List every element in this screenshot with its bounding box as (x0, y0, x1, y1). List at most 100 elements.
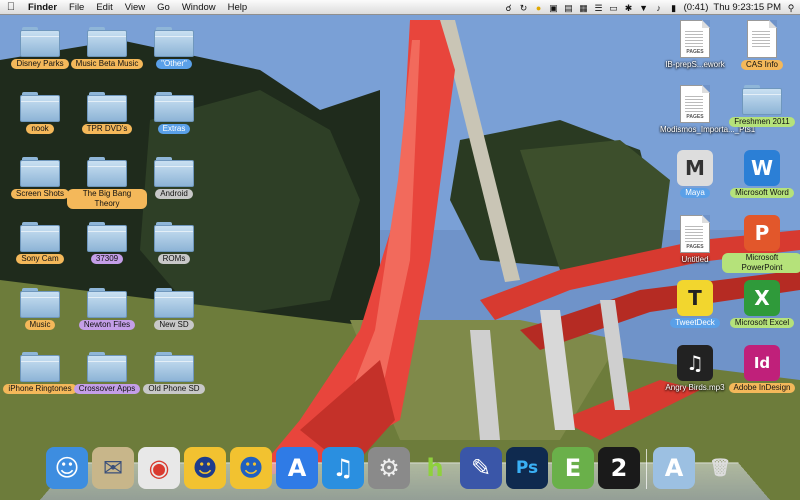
portal-2-icon[interactable]: 2 (598, 447, 640, 489)
folder-icon (20, 157, 60, 187)
battery-icon[interactable]: ▮ (669, 3, 679, 13)
status-area: ☌ ↻ ● ▣ ▤ ▦ ☰ ▭ ✱ ▼ ♪ ▮ (0:41) Thu 9:23:… (504, 0, 796, 15)
menu-bar:  Finder File Edit View Go Window Help ☌… (0, 0, 800, 15)
menu-file[interactable]: File (63, 0, 90, 15)
folder-icon (87, 222, 127, 252)
folder-icon (87, 288, 127, 318)
doc-kind: PAGES (686, 244, 704, 250)
chrome-icon[interactable]: ◉ (138, 447, 180, 489)
desktop-item-microsoft-word[interactable]: W Microsoft Word (722, 150, 800, 198)
desktop-icon-label: Extras (157, 124, 191, 134)
menu-view[interactable]: View (119, 0, 151, 15)
desktop-item-microsoft-excel[interactable]: X Microsoft Excel (722, 280, 800, 328)
volume-icon[interactable]: ♪ (654, 3, 664, 13)
search-icon[interactable]: ⚲ (786, 3, 796, 13)
desktop-item-microsoft-powerpoint[interactable]: P Microsoft PowerPoint (722, 215, 800, 273)
ball-icon[interactable]: ● (534, 3, 544, 13)
desktop-icon-label: TPR DVD's (81, 124, 133, 134)
hulu-icon[interactable]: h (414, 447, 456, 489)
maya-icon: M (677, 150, 713, 186)
desktop-icon-label: CAS Info (740, 60, 783, 70)
headphones-icon[interactable]: ☌ (504, 3, 514, 13)
applications-folder-icon[interactable]: A (653, 447, 695, 489)
evernote-icon[interactable]: E (552, 447, 594, 489)
trash-icon[interactable]: 🗑 (699, 447, 741, 489)
desktop-icon-label: Freshmen 2011 (729, 117, 795, 127)
grid-icon[interactable]: ▦ (579, 3, 589, 13)
desktop-icon-label: New SD (154, 320, 194, 330)
system-preferences-icon[interactable]: ⚙ (368, 447, 410, 489)
quill-icon[interactable]: ✎ (460, 447, 502, 489)
desktop-icon-label: Screen Shots (10, 189, 70, 199)
display-icon[interactable]: ▭ (609, 3, 619, 13)
desktop-icon-label: "Other" (156, 59, 192, 69)
desktop-icon-label: nook (26, 124, 54, 134)
folder-icon (87, 27, 127, 57)
document-icon (747, 20, 777, 58)
cyberduck-icon[interactable]: ☻ (184, 447, 226, 489)
folder-icon (20, 27, 60, 57)
microsoft-powerpoint-icon: P (744, 215, 780, 251)
app-store-icon[interactable]: A (276, 447, 318, 489)
folder-icon (87, 157, 127, 187)
desktop-icon-label: Microsoft Excel (729, 318, 795, 328)
photoshop-icon[interactable]: Ps (506, 447, 548, 489)
menu-window[interactable]: Window (176, 0, 222, 15)
folder-icon (87, 92, 127, 122)
wifi-icon[interactable]: ▼ (639, 3, 649, 13)
menu-icon[interactable]: ☰ (594, 3, 604, 13)
sync-icon[interactable]: ↻ (519, 3, 529, 13)
folder-icon (154, 352, 194, 382)
desktop-folder-old-phone-sd[interactable]: Old Phone SD (134, 352, 214, 394)
menu-edit[interactable]: Edit (90, 0, 118, 15)
microsoft-word-icon: W (744, 150, 780, 186)
desktop-icon-label: Music Beta Music (70, 59, 144, 69)
desktop-folder-other[interactable]: "Other" (134, 27, 214, 69)
clock[interactable]: Thu 9:23:15 PM (713, 0, 781, 15)
itunes-icon[interactable]: ♫ (322, 447, 364, 489)
desktop-folder-new-sd[interactable]: New SD (134, 288, 214, 330)
document-icon[interactable]: ▤ (564, 3, 574, 13)
desktop-icon-label: Angry Birds.mp3 (665, 383, 725, 392)
folder-icon (20, 92, 60, 122)
folder-icon (154, 157, 194, 187)
mail-icon[interactable]: ✉ (92, 447, 134, 489)
bluetooth-icon[interactable]: ✱ (624, 3, 634, 13)
desktop-icon-label: Sony Cam (16, 254, 64, 264)
desktop-icon-label: Newton Files (78, 320, 136, 330)
folder-icon (742, 85, 782, 115)
folder-icon (20, 288, 60, 318)
dock: ☺ ✉ ◉ ☻ ☻ A ♫ ⚙ h ✎ Ps E 2 A 🗑 (46, 441, 741, 489)
menu-help[interactable]: Help (222, 0, 254, 15)
menu-finder[interactable]: Finder (22, 0, 63, 15)
desktop-folder-roms[interactable]: ROMs (134, 222, 214, 264)
desktop-icon-label: Microsoft PowerPoint (722, 253, 800, 273)
microsoft-excel-icon: X (744, 280, 780, 316)
desktop-icon-label: Untitled (681, 255, 709, 264)
desktop-folder-android[interactable]: Android (134, 157, 214, 199)
lock-icon[interactable]: ▣ (549, 3, 559, 13)
desktop-icon-label: Old Phone SD (143, 384, 205, 394)
folder-icon (154, 92, 194, 122)
angry-birds-mp3-icon: ♫ (677, 345, 713, 381)
folder-icon (154, 222, 194, 252)
apple-icon[interactable]:  (0, 1, 22, 13)
doc-kind: PAGES (686, 49, 704, 55)
desktop-icon-label: iPhone Ringtones (3, 384, 77, 394)
desktop-item-freshmen-2011[interactable]: Freshmen 2011 (722, 85, 800, 127)
desktop-item-cas-info[interactable]: CAS Info (722, 20, 800, 70)
desktop-icon-label: Maya (680, 188, 710, 198)
menu-go[interactable]: Go (151, 0, 176, 15)
battery-time[interactable]: (0:41) (684, 0, 709, 15)
doc-kind: PAGES (686, 114, 704, 120)
desktop-icon-label: 37309 (90, 254, 124, 264)
finder-icon[interactable]: ☺ (46, 447, 88, 489)
document-icon: PAGES (680, 215, 710, 253)
desktop-folder-extras[interactable]: Extras (134, 92, 214, 134)
transmission-icon[interactable]: ☻ (230, 447, 272, 489)
adobe-indesign-icon: Id (744, 345, 780, 381)
desktop-item-adobe-indesign[interactable]: Id Adobe InDesign (722, 345, 800, 393)
desktop-icon-label: Android (155, 189, 193, 199)
folder-icon (87, 352, 127, 382)
folder-icon (20, 352, 60, 382)
